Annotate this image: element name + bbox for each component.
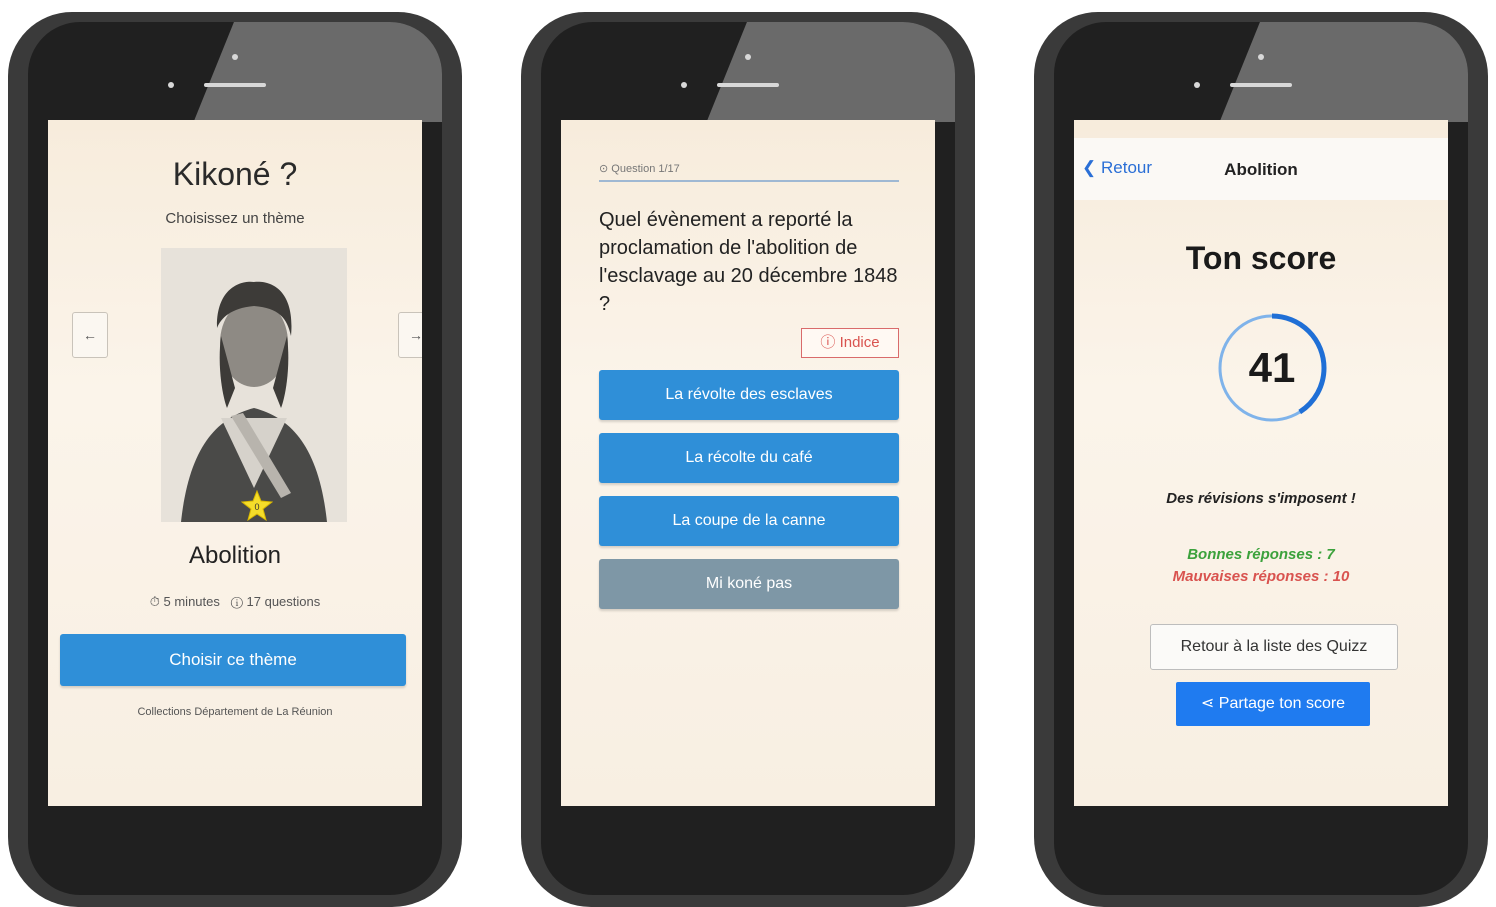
credit-text: Collections Département de La Réunion	[137, 706, 333, 718]
prev-theme-button[interactable]: ←	[72, 312, 108, 358]
answer-button[interactable]: La récolte du café	[599, 433, 899, 483]
bad-answers: Mauvaises réponses : 10	[1172, 568, 1350, 585]
timer-icon: ⏱	[149, 594, 160, 609]
theme-name: Abolition	[188, 542, 282, 569]
question-screen: ⊙ Question 1/17 Quel évènement a reporté…	[561, 120, 935, 806]
duration-label: 5 minutes	[163, 594, 220, 609]
phone-bezel: ⊙ Question 1/17 Quel évènement a reporté…	[541, 22, 955, 895]
phone-glare	[1219, 22, 1468, 122]
nav-title: Abolition	[1224, 160, 1298, 179]
share-label: Partage ton score	[1218, 695, 1346, 712]
choose-theme-button[interactable]: Choisir ce thème	[60, 634, 406, 686]
clock-icon: ⊙	[599, 163, 609, 175]
score-title: Ton score	[1185, 240, 1337, 276]
theme-select-screen: Kikoné ? Choisissez un thème ← → 0 Aboli…	[48, 120, 422, 806]
hint-icon: ⓘ	[820, 334, 836, 351]
answer-label: Mi koné pas	[705, 575, 793, 592]
camera-dot	[232, 54, 238, 60]
question-progress-text: Question 1/17	[611, 163, 680, 175]
subtitle: Choisissez un thème	[165, 210, 305, 227]
sensor-dot	[168, 82, 174, 88]
next-theme-button[interactable]: →	[398, 312, 422, 358]
phone-bezel: Kikoné ? Choisissez un thème ← → 0 Aboli…	[28, 22, 442, 895]
sensor-dot	[681, 82, 687, 88]
answer-label: La coupe de la canne	[672, 512, 826, 529]
camera-dot	[1258, 54, 1264, 60]
theme-portrait-image	[161, 248, 347, 522]
phone-frame-2: ⊙ Question 1/17 Quel évènement a reporté…	[521, 12, 975, 907]
speaker-slot	[1230, 83, 1292, 87]
share-score-button[interactable]: ⋖ Partage ton score	[1176, 682, 1370, 726]
dont-know-button[interactable]: Mi koné pas	[599, 559, 899, 609]
phone-frame-1: Kikoné ? Choisissez un thème ← → 0 Aboli…	[8, 12, 462, 907]
phone-glare	[193, 22, 442, 122]
answer-button[interactable]: La coupe de la canne	[599, 496, 899, 546]
hint-label: Indice	[839, 334, 880, 351]
phone-frame-3: ❮ Retour Abolition Ton score 41 Des révi…	[1034, 12, 1488, 907]
good-answers: Bonnes réponses : 7	[1187, 546, 1335, 563]
back-to-list-label: Retour à la liste des Quizz	[1180, 638, 1368, 655]
hint-button[interactable]: ⓘ Indice	[801, 328, 899, 358]
star-count: 0	[254, 502, 259, 512]
sensor-dot	[1194, 82, 1200, 88]
speaker-slot	[717, 83, 779, 87]
theme-meta: ⏱ 5 minutes ⓘ 17 questions	[48, 594, 422, 610]
back-to-quiz-list-button[interactable]: Retour à la liste des Quizz	[1150, 624, 1398, 670]
answer-label: La récolte du café	[685, 449, 813, 466]
share-icon: ⋖	[1200, 695, 1215, 712]
question-icon: ⓘ	[230, 594, 243, 609]
answer-label: La révolte des esclaves	[665, 386, 833, 403]
question-text: Quel évènement a reporté la proclamation…	[599, 209, 898, 315]
question-count-label: 17 questions	[246, 594, 321, 609]
star-icon: 0	[241, 490, 273, 522]
question-progress-bar	[599, 180, 899, 182]
phone-bezel: ❮ Retour Abolition Ton score 41 Des révi…	[1054, 22, 1468, 895]
score-screen: ❮ Retour Abolition Ton score 41 Des révi…	[1074, 120, 1448, 806]
question-progress-label: ⊙ Question 1/17	[599, 162, 680, 175]
score-value: 41	[1248, 344, 1296, 391]
answer-button[interactable]: La révolte des esclaves	[599, 370, 899, 420]
camera-dot	[745, 54, 751, 60]
phone-glare	[706, 22, 955, 122]
speaker-slot	[204, 83, 266, 87]
arrow-right-icon: →	[409, 327, 422, 343]
arrow-left-icon: ←	[83, 327, 97, 343]
app-title: Kikoné ?	[172, 156, 298, 192]
result-message: Des révisions s'imposent !	[1166, 490, 1356, 507]
choose-theme-label: Choisir ce thème	[169, 650, 297, 669]
